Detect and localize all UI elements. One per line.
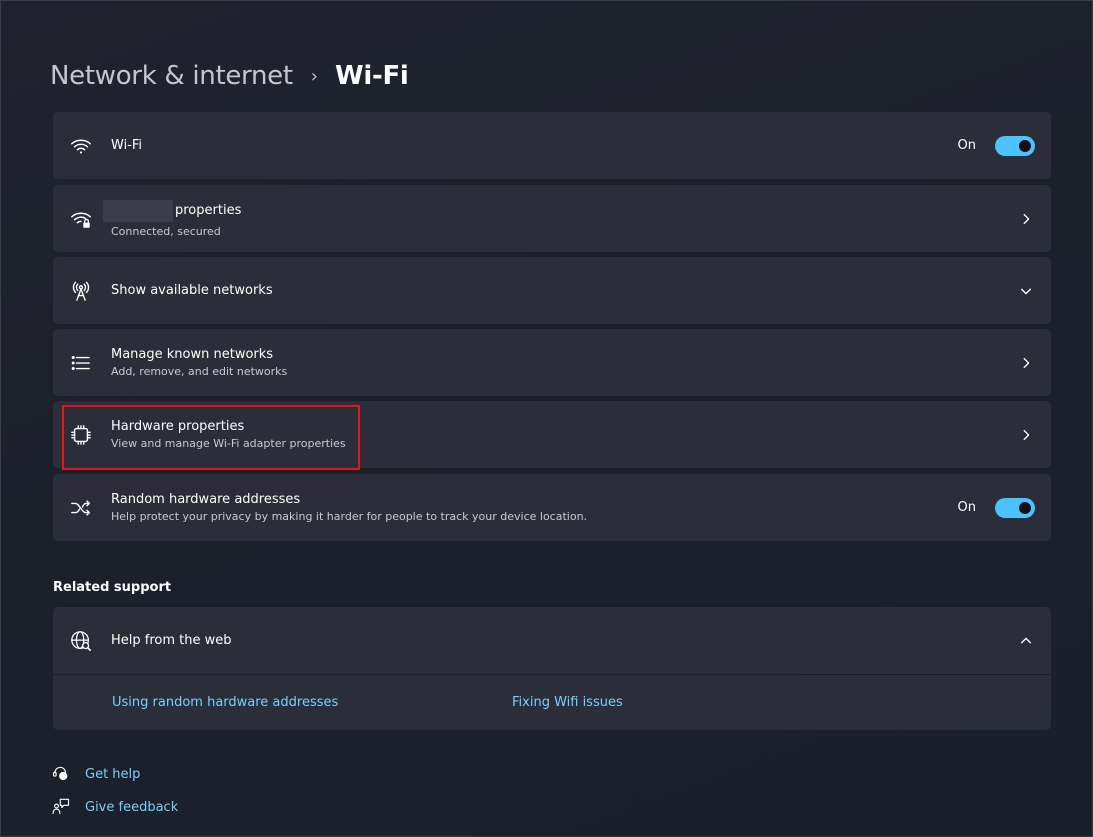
random-addresses-subtitle: Help protect your privacy by making it h… — [111, 510, 588, 523]
help-chat-icon: ? — [52, 764, 72, 784]
network-properties-title: properties — [103, 199, 242, 222]
known-networks-card[interactable]: Manage known networks Add, remove, and e… — [53, 329, 1051, 396]
help-links-panel: Using random hardware addresses Fixing W… — [53, 675, 1051, 730]
known-networks-label: Manage known networks — [111, 347, 274, 362]
network-properties-label: properties — [175, 203, 242, 218]
chevron-down-icon[interactable] — [1019, 283, 1035, 299]
network-properties-card[interactable]: properties Connected, secured — [53, 185, 1051, 252]
available-networks-card[interactable]: Show available networks — [53, 257, 1051, 324]
available-networks-label: Show available networks — [111, 283, 273, 298]
chevron-right-icon — [1019, 355, 1035, 371]
get-help-label: Get help — [85, 766, 141, 782]
wifi-toggle-group: On — [957, 135, 1035, 156]
random-addresses-label: Random hardware addresses — [111, 492, 301, 507]
chevron-up-icon[interactable] — [1019, 633, 1035, 649]
wifi-icon — [69, 134, 93, 158]
link-fixing-wifi-issues[interactable]: Fixing Wifi issues — [512, 695, 623, 710]
wifi-lock-icon — [69, 207, 93, 231]
shuffle-icon — [69, 496, 93, 520]
random-addresses-card[interactable]: Random hardware addresses Help protect y… — [53, 474, 1051, 541]
random-addresses-toggle[interactable] — [995, 497, 1035, 518]
highlight-box — [62, 405, 360, 470]
feedback-icon — [52, 797, 72, 817]
toggle-knob — [1019, 139, 1031, 152]
random-addresses-toggle-group: On — [957, 497, 1035, 518]
breadcrumb-parent[interactable]: Network & internet — [50, 61, 293, 91]
chevron-right-icon — [1019, 211, 1035, 227]
help-from-web-label: Help from the web — [111, 633, 232, 648]
wifi-card[interactable]: Wi-Fi On — [53, 112, 1051, 179]
get-help-link[interactable]: ? Get help — [52, 764, 140, 784]
redacted-network-name — [103, 199, 173, 222]
list-icon — [69, 351, 93, 375]
breadcrumb-separator: › — [310, 65, 318, 87]
wifi-label: Wi-Fi — [111, 138, 143, 153]
known-networks-subtitle: Add, remove, and edit networks — [111, 365, 288, 378]
give-feedback-label: Give feedback — [85, 799, 179, 815]
page-title: Wi-Fi — [334, 61, 409, 91]
breadcrumb: Network & internet › Wi-Fi — [50, 58, 409, 94]
antenna-icon — [69, 279, 93, 303]
wifi-toggle-label: On — [957, 138, 976, 153]
link-random-hardware-addresses[interactable]: Using random hardware addresses — [112, 695, 338, 710]
random-addresses-toggle-label: On — [957, 500, 976, 515]
help-from-web-card[interactable]: Help from the web — [53, 607, 1051, 674]
network-status: Connected, secured — [111, 224, 221, 238]
give-feedback-link[interactable]: Give feedback — [52, 797, 178, 817]
wifi-toggle[interactable] — [995, 135, 1035, 156]
related-support-heading: Related support — [53, 580, 172, 595]
toggle-knob — [1019, 501, 1031, 514]
chevron-right-icon — [1019, 427, 1035, 443]
svg-text:?: ? — [62, 773, 66, 780]
globe-search-icon — [69, 629, 93, 653]
